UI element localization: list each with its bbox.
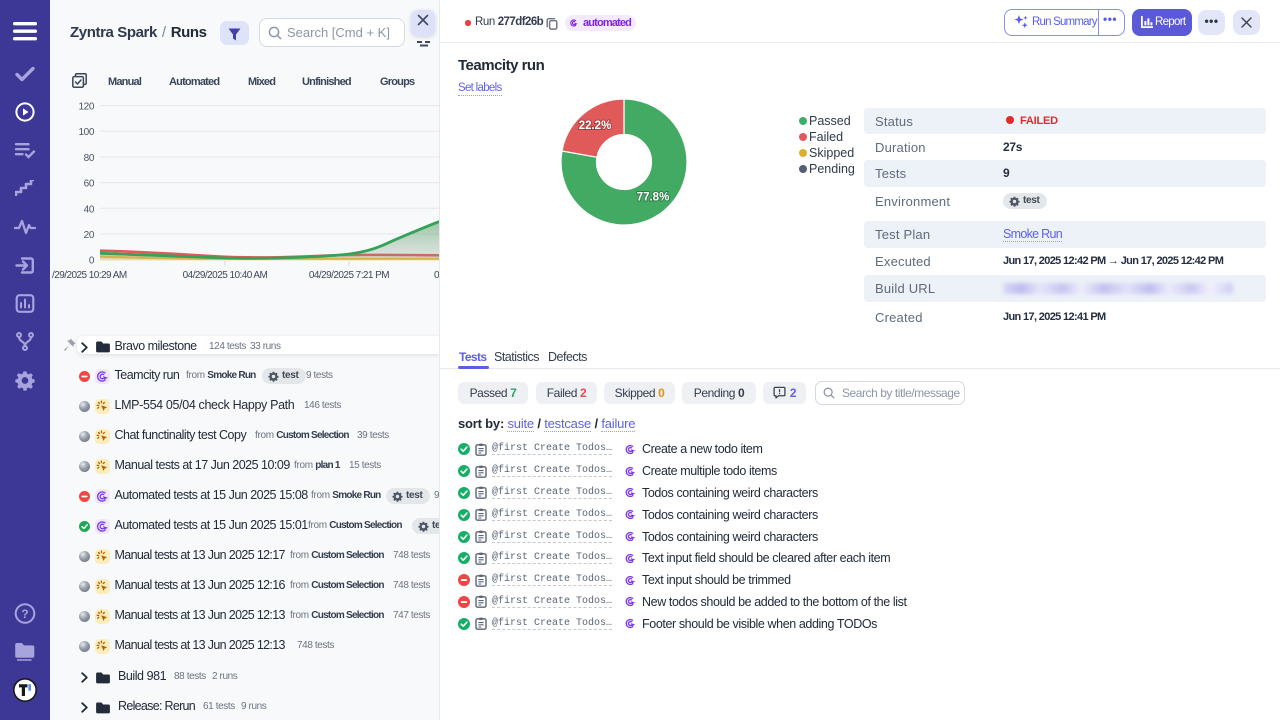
svg-text:77.8%: 77.8% — [637, 192, 670, 204]
svg-text:22.2%: 22.2% — [579, 120, 612, 132]
svg-text:?: ? — [21, 607, 28, 621]
